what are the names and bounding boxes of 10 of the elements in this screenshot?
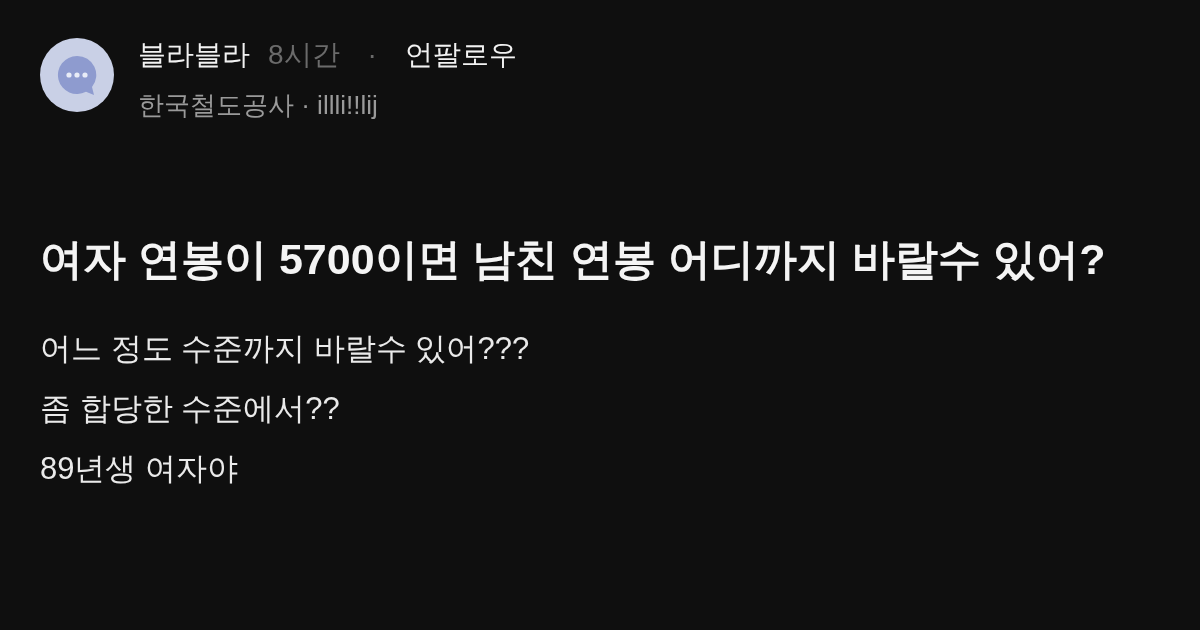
- body-line: 좀 합당한 수준에서??: [40, 390, 340, 428]
- board-name[interactable]: 블라블라: [138, 38, 250, 72]
- body-line: 89년생 여자야: [40, 450, 239, 488]
- post-time: 8시간: [268, 38, 340, 72]
- body-line: 어느 정도 수준까지 바랄수 있어???: [40, 330, 530, 368]
- author-meta: 한국철도공사 · illli!!lij: [138, 89, 379, 122]
- separator: ·: [366, 38, 378, 72]
- post-title: 여자 연봉이 5700이면 남친 연봉 어디까지 바랄수 있어?: [40, 234, 1107, 285]
- unfollow-button[interactable]: 언팔로우: [404, 38, 517, 72]
- chat-bubble-icon: [55, 53, 99, 97]
